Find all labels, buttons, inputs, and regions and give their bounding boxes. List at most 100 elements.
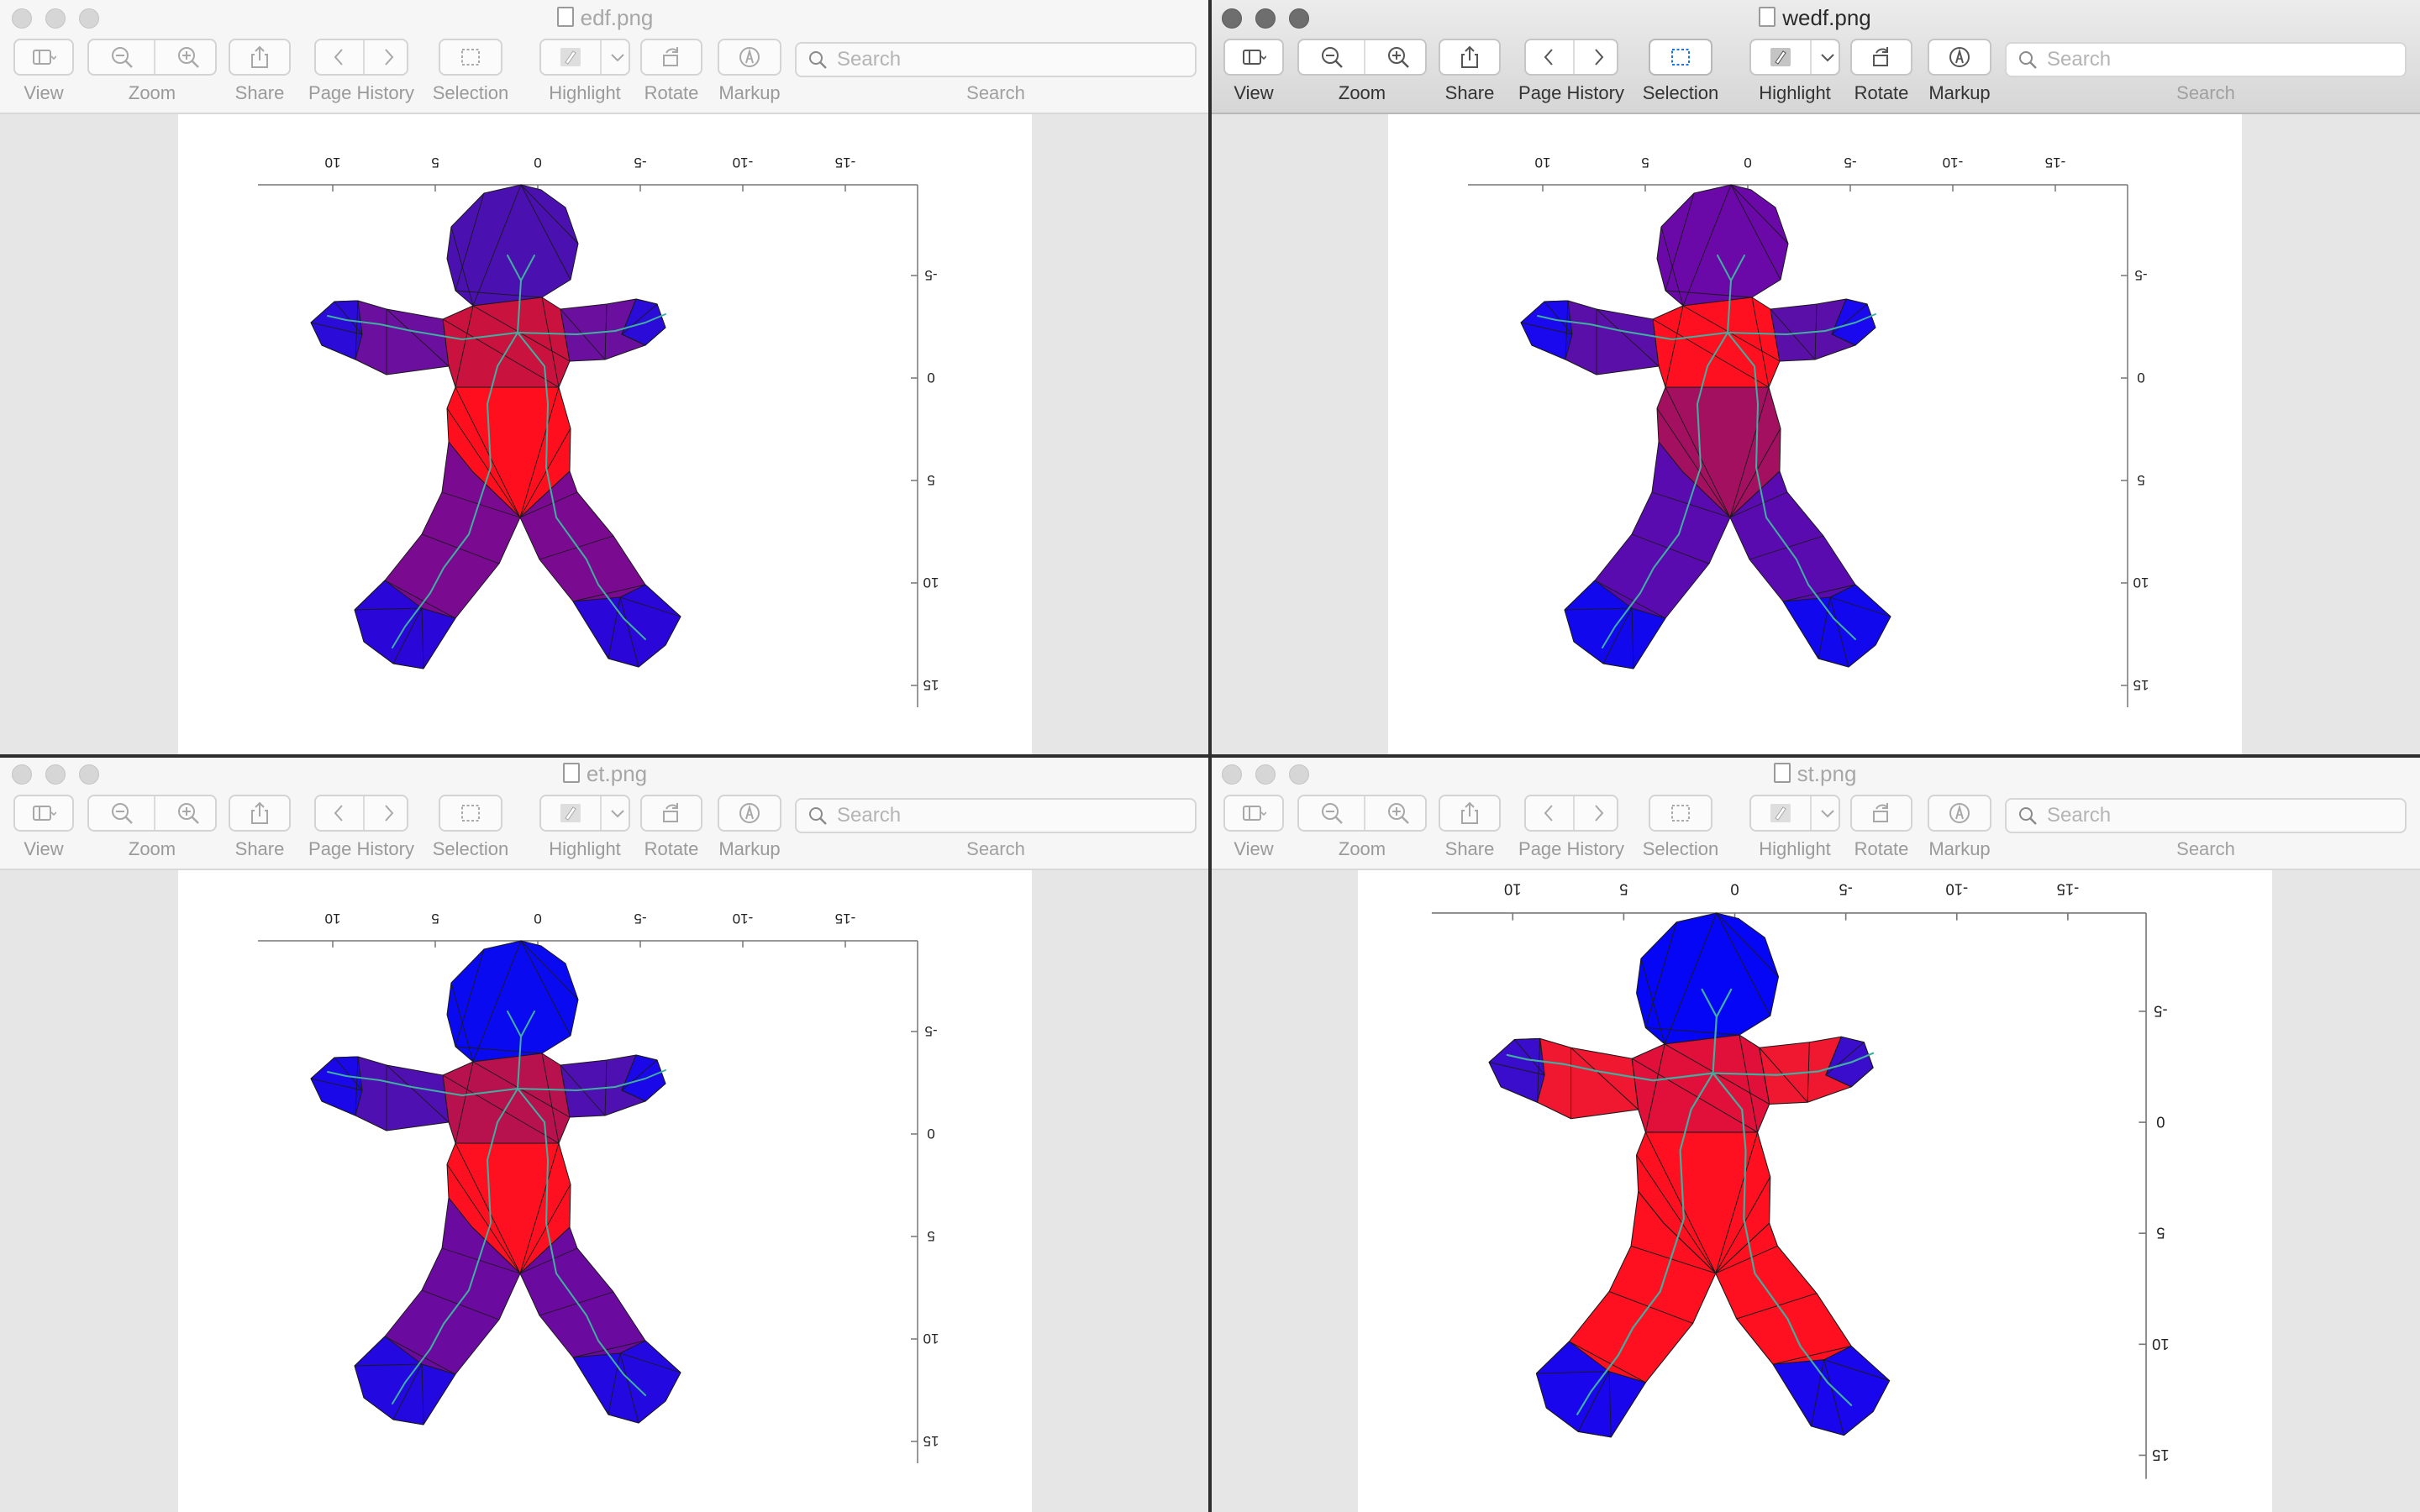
highlight-button[interactable] [1751,796,1810,830]
head-region [446,184,579,307]
rotate-label: Rotate [644,838,699,859]
x-tick-label: 5 [1641,155,1649,171]
back-button[interactable] [316,40,363,74]
markup-button[interactable] [718,795,781,832]
back-button[interactable] [1526,796,1573,830]
y-tick-label: -5 [924,1023,937,1039]
view-button[interactable] [13,795,74,832]
preview-window-st: st.png View Zoom Share Page History Sele… [1210,756,2420,1512]
highlight-button[interactable] [541,796,600,830]
search-field[interactable]: Search [2005,42,2407,77]
markup-label: Markup [718,838,781,859]
chevron-left-icon [1544,805,1553,822]
x-tick-label: 10 [325,911,341,927]
y-tick-label: 10 [2133,575,2149,591]
view-label: View [24,838,64,859]
page-history-control [1524,39,1618,76]
selection-button[interactable] [1649,795,1712,832]
x-tick-label: -5 [634,155,646,171]
window-title-text: edf.png [580,5,654,30]
y-tick-label: -5 [924,267,937,283]
view-button[interactable] [1223,39,1284,76]
zoom-out-button[interactable] [1299,796,1364,830]
mesh-plot: 10 5 0 -5 -10 -15 -5 0 5 10 15 [258,155,939,707]
back-button[interactable] [1526,40,1573,74]
highlighter-icon [1770,804,1791,822]
zoom-label: Zoom [1338,838,1386,859]
x-tick-label: 0 [1744,155,1751,171]
zoom-in-button[interactable] [154,796,220,830]
rotate-button[interactable] [1850,795,1912,832]
back-button[interactable] [316,796,363,830]
share-button[interactable] [1439,795,1501,832]
rotate-button[interactable] [640,795,702,832]
selection-icon [461,805,480,822]
highlight-menu-button[interactable] [1810,796,1844,830]
zoom-in-button[interactable] [1364,796,1430,830]
share-icon [1461,45,1478,68]
chevron-right-icon [385,805,394,822]
zoom-label: Zoom [1338,82,1386,103]
view-label: View [24,82,64,103]
forward-button[interactable] [363,40,412,74]
markup-pen-icon [1949,803,1970,823]
highlight-button[interactable] [1751,40,1810,74]
x-tick-label: 0 [534,155,541,171]
share-label: Share [1444,838,1495,859]
search-field[interactable]: Search [795,798,1197,833]
highlight-menu-button[interactable] [600,40,634,74]
selection-icon [1671,805,1690,822]
y-tick-label: 0 [2156,1114,2165,1131]
mesh-figure: 10 5 0 -5 -10 -15 -5 0 5 10 15 [258,911,939,1463]
y-tick-label: 5 [927,1228,934,1244]
markup-button[interactable] [718,39,781,76]
rotate-button[interactable] [1850,39,1912,76]
chevron-left-icon [1544,49,1553,66]
zoom-out-button[interactable] [89,796,154,830]
highlight-button[interactable] [541,40,600,74]
zoom-in-button[interactable] [154,40,220,74]
selection-button[interactable] [1649,39,1712,76]
highlight-menu-button[interactable] [1810,40,1844,74]
view-button[interactable] [1223,795,1284,832]
highlight-label: Highlight [1759,838,1831,859]
search-placeholder: Search [837,48,902,71]
head-region [446,940,579,1063]
forward-button[interactable] [1573,40,1622,74]
highlight-menu-button[interactable] [600,796,634,830]
mesh-plot: 10 5 0 -5 -10 -15 -5 0 5 10 15 [258,911,939,1463]
selection-button[interactable] [439,795,502,832]
selection-button[interactable] [439,39,502,76]
left-hand-region [1488,1037,1545,1103]
forward-button[interactable] [1573,796,1622,830]
highlight-label: Highlight [1759,82,1831,103]
zoom-out-icon [1321,803,1343,824]
zoom-label: Zoom [128,838,176,859]
rotate-button[interactable] [640,39,702,76]
search-field[interactable]: Search [795,42,1197,77]
window-titlebar-toolbar: wedf.png View Zoom Share Page History Se… [1210,0,2420,114]
view-button[interactable] [13,39,74,76]
share-button[interactable] [229,39,291,76]
zoom-in-button[interactable] [1364,40,1430,74]
zoom-out-button[interactable] [1299,40,1364,74]
markup-button[interactable] [1928,39,1991,76]
head-region [1656,184,1789,307]
markup-button[interactable] [1928,795,1991,832]
y-tick-label: -5 [2154,1002,2167,1020]
markup-label: Markup [718,82,781,103]
share-label: Share [234,82,285,103]
markup-pen-icon [739,47,760,67]
zoom-in-icon [1387,803,1409,824]
zoom-out-button[interactable] [89,40,154,74]
rotate-icon [663,803,678,822]
rotate-icon [1873,47,1888,66]
sidebar-icon [33,50,56,65]
search-field[interactable]: Search [2005,798,2407,833]
forward-button[interactable] [363,796,412,830]
share-button[interactable] [1439,39,1501,76]
png-document-icon [562,763,580,783]
chevron-down-icon [611,810,624,818]
share-button[interactable] [229,795,291,832]
y-tick-label: 10 [2152,1336,2169,1353]
